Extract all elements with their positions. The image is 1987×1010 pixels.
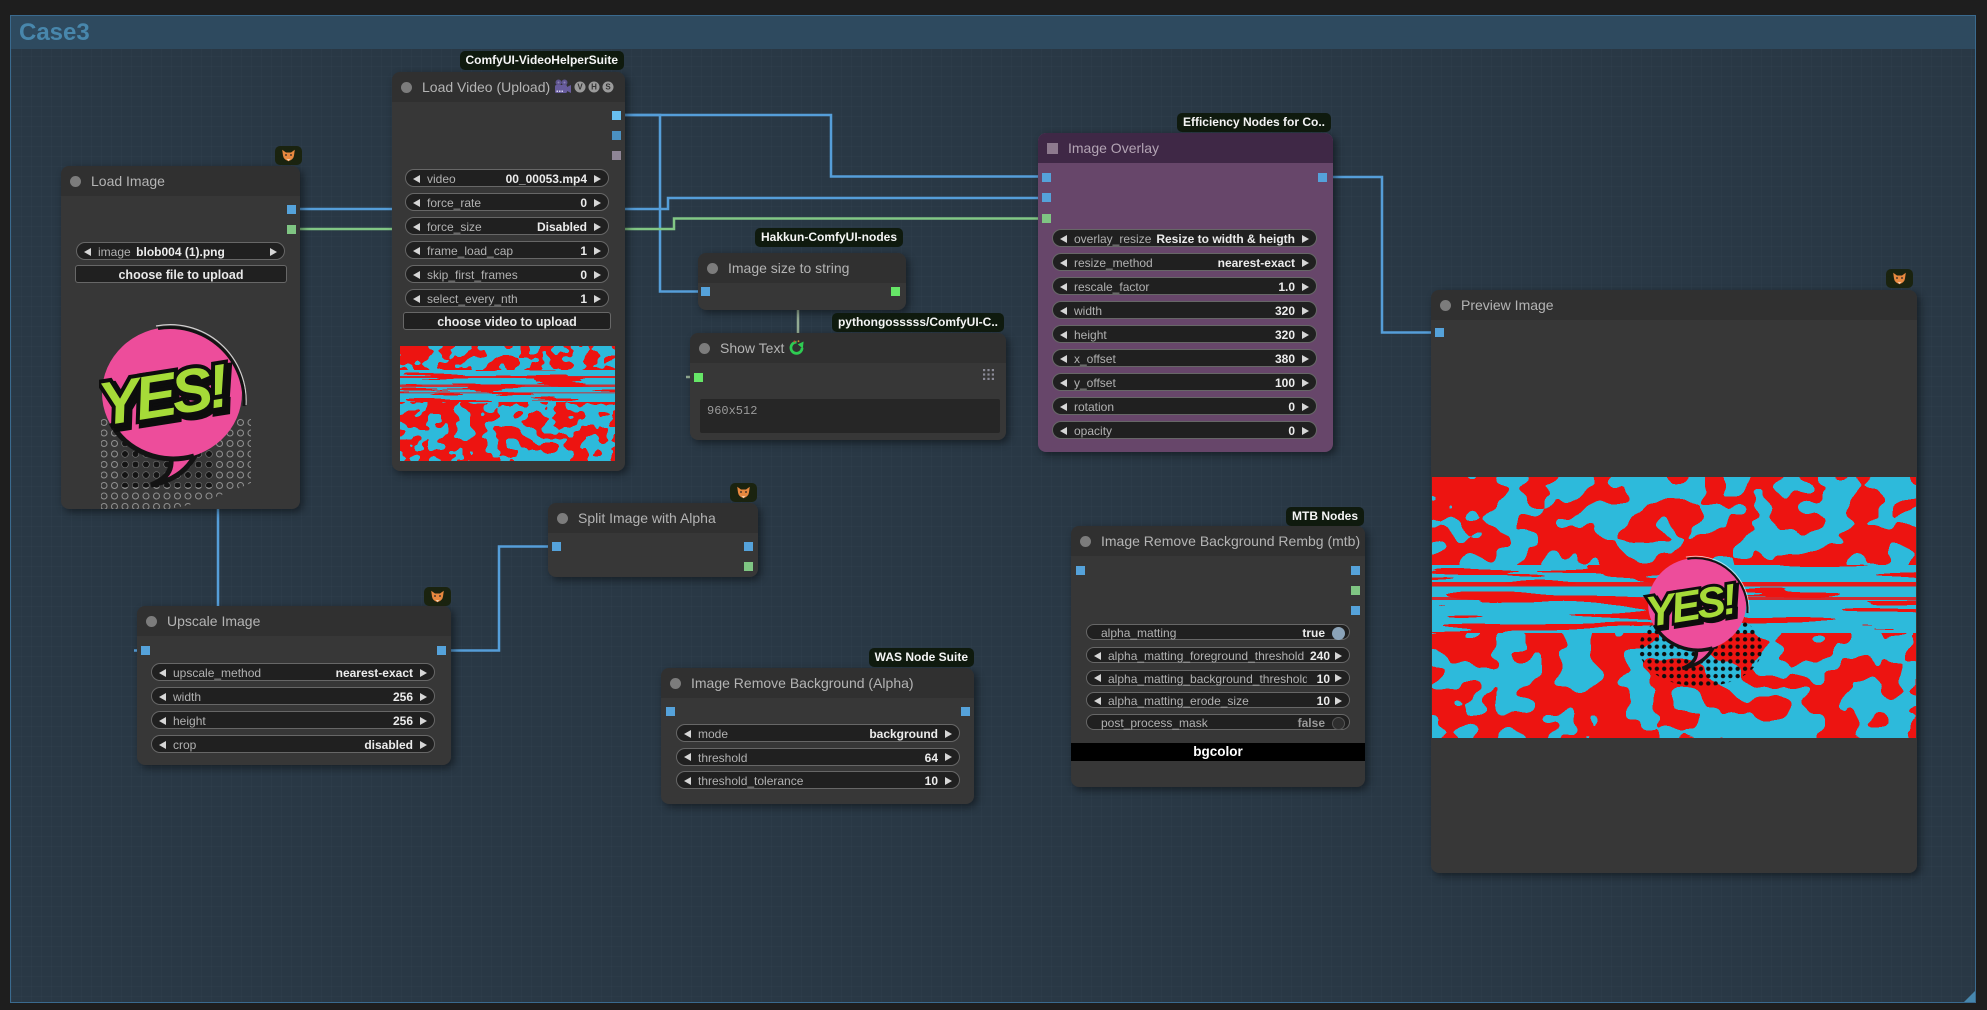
svg-text:V: V (577, 83, 583, 92)
svg-text:H: H (591, 83, 597, 92)
svg-text:S: S (605, 83, 611, 92)
